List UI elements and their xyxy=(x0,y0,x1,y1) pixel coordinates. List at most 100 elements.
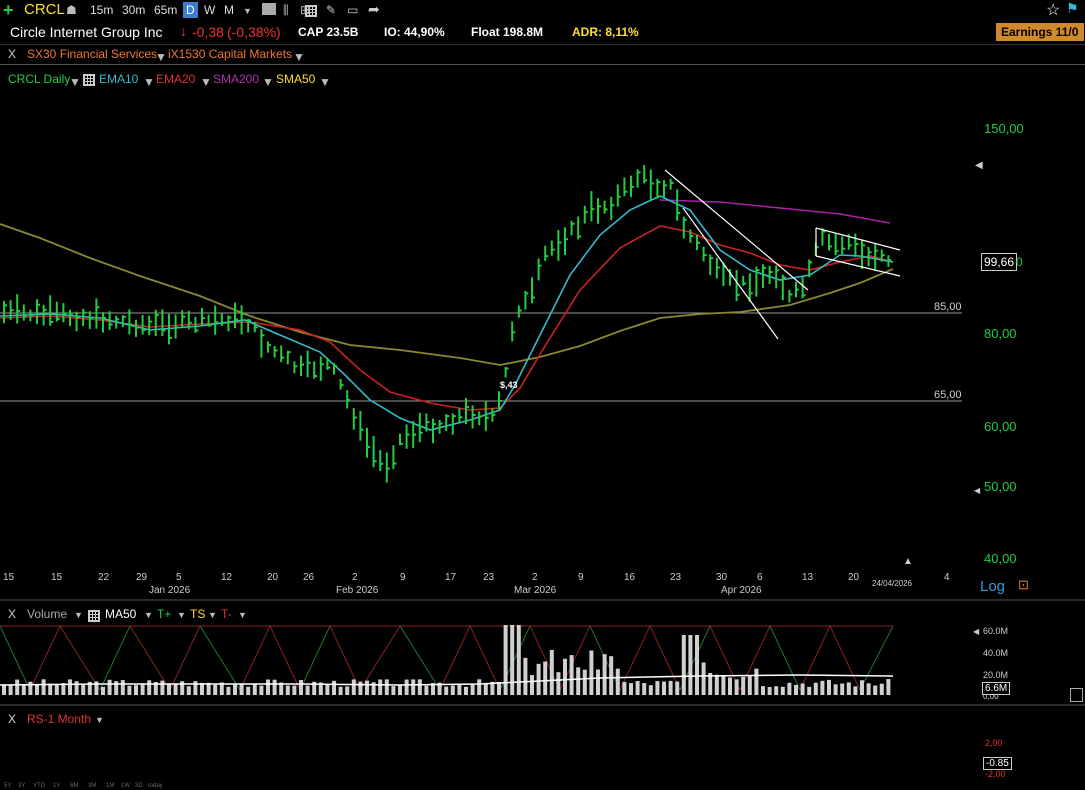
volume-bar xyxy=(292,685,297,695)
price-change-pct: (-0,38%) xyxy=(227,24,281,40)
close-groups-button[interactable]: X xyxy=(8,47,16,61)
range-1y[interactable]: 1Y xyxy=(53,783,60,789)
ts-dropdown-icon[interactable]: ▼ xyxy=(208,610,217,620)
range-ytd[interactable]: YTD xyxy=(33,783,45,789)
volume-bar xyxy=(404,679,409,695)
study-grid-icon[interactable] xyxy=(83,74,95,88)
volume-bar xyxy=(833,684,838,695)
scroll-left-icon[interactable]: ◀ xyxy=(975,160,983,171)
share-icon[interactable]: ➦ xyxy=(368,1,380,18)
volume-title[interactable]: Volume xyxy=(27,607,67,621)
range-1m[interactable]: 1M xyxy=(106,783,114,789)
volume-bar xyxy=(378,679,383,695)
scroll-up-icon[interactable]: ▲ xyxy=(903,556,913,567)
sma200-label[interactable]: SMA200 xyxy=(213,72,259,86)
close-volume-button[interactable]: X xyxy=(8,607,16,621)
pencil-icon[interactable]: ✎ xyxy=(326,3,336,17)
volume-bar xyxy=(536,663,541,695)
add-icon[interactable]: + xyxy=(3,0,14,21)
volume-ma-label[interactable]: MA50 xyxy=(105,607,136,621)
chat-icon[interactable]: ▭ xyxy=(347,3,358,17)
log-toggle[interactable]: Log xyxy=(980,578,1005,595)
ema10-dropdown-icon[interactable]: ▼ xyxy=(143,75,155,89)
volume-bar xyxy=(800,683,805,695)
range-1w[interactable]: 1W xyxy=(121,783,130,789)
trigger-line xyxy=(649,625,681,691)
volume-bar xyxy=(866,683,871,695)
volume-scroll-icon[interactable]: ◀ xyxy=(973,627,979,636)
range-3y[interactable]: 3Y xyxy=(18,783,25,789)
t-minus-label[interactable]: T- xyxy=(221,607,232,621)
ema20-label[interactable]: EMA20 xyxy=(156,72,195,86)
interval-w[interactable]: W xyxy=(204,3,215,17)
rs-title[interactable]: RS-1 Month xyxy=(27,712,91,726)
t-plus-label[interactable]: T+ xyxy=(157,607,171,621)
day-tick-16: 6 xyxy=(757,572,763,583)
volume-bar xyxy=(8,685,13,695)
date-left-stub: 15 xyxy=(3,572,15,583)
series-label[interactable]: CRCL Daily xyxy=(8,72,70,86)
t-plus-dropdown-icon[interactable]: ▼ xyxy=(177,610,186,620)
earnings-badge[interactable]: Earnings 11/0 xyxy=(996,23,1085,41)
sma200-dropdown-icon[interactable]: ▼ xyxy=(262,75,274,89)
volume-bar xyxy=(470,683,475,695)
price-chart[interactable] xyxy=(0,90,1085,720)
ema20-dropdown-icon[interactable]: ▼ xyxy=(200,75,212,89)
price-axis-label-40: 40,00 xyxy=(984,551,1017,566)
volume-bar xyxy=(754,668,759,695)
interval-30m[interactable]: 30m xyxy=(122,3,145,17)
volume-study-grid-icon[interactable] xyxy=(88,608,100,626)
interval-15m[interactable]: 15m xyxy=(90,3,113,17)
flag-icon[interactable]: ⚑ xyxy=(1066,0,1079,17)
star-icon[interactable]: ☆ xyxy=(1046,0,1060,20)
volume-bar xyxy=(200,682,204,695)
interval-d[interactable]: D xyxy=(183,2,198,18)
tools-icon[interactable] xyxy=(262,3,276,15)
industry-dropdown-icon[interactable]: ▼ xyxy=(293,50,305,64)
price-axis-label-50: 50,00 xyxy=(984,479,1017,494)
lock-icon[interactable]: ⊡ xyxy=(1018,577,1029,593)
range-today[interactable]: today xyxy=(148,783,163,789)
rs-dropdown-icon[interactable]: ▼ xyxy=(95,715,104,725)
month-tick-feb: Feb 2026 xyxy=(336,585,379,596)
close-rs-button[interactable]: X xyxy=(8,712,16,726)
rs-current: -0.85 xyxy=(986,758,1009,769)
day-tick-18: 20 xyxy=(848,572,860,583)
interval-m[interactable]: M xyxy=(224,3,234,17)
paint-icon[interactable]: ☗ xyxy=(66,3,77,17)
volume-dropdown-icon[interactable]: ▼ xyxy=(74,610,83,620)
float-stat: Float 198.8M xyxy=(471,25,544,39)
symbol-label[interactable]: CRCL xyxy=(24,1,65,18)
interval-65m[interactable]: 65m xyxy=(154,3,177,17)
industry-label[interactable]: iX1530 Capital Markets xyxy=(168,47,292,61)
volume-bar xyxy=(424,685,429,695)
bars-icon[interactable]: ⫼ xyxy=(283,3,289,18)
volume-bar xyxy=(114,681,119,695)
scroll-left-icon-2[interactable]: ◀ xyxy=(974,486,980,495)
range-3d[interactable]: 3D xyxy=(135,783,143,789)
sma50-dropdown-icon[interactable]: ▼ xyxy=(319,75,331,89)
ema10-label[interactable]: EMA10 xyxy=(99,72,138,86)
volume-bar xyxy=(252,683,257,695)
grid-icon[interactable] xyxy=(305,5,317,19)
volume-bar xyxy=(655,681,660,695)
series-dropdown-icon[interactable]: ▼ xyxy=(69,75,81,89)
volume-bar xyxy=(530,675,534,695)
volume-bar xyxy=(840,683,845,695)
volume-ma-dropdown-icon[interactable]: ▼ xyxy=(144,610,153,620)
ts-label[interactable]: TS xyxy=(190,607,205,621)
sector-dropdown-icon[interactable]: ▼ xyxy=(155,50,167,64)
volume-bar xyxy=(266,679,270,695)
volume-bar xyxy=(827,679,831,695)
volume-bar xyxy=(629,683,633,695)
volume-bar xyxy=(246,686,251,695)
range-6m[interactable]: 6M xyxy=(70,783,78,789)
t-minus-dropdown-icon[interactable]: ▼ xyxy=(238,610,247,620)
sector-label[interactable]: SX30 Financial Services xyxy=(27,47,157,61)
ema20-line xyxy=(0,225,894,411)
interval-dropdown-icon[interactable]: ▼ xyxy=(243,6,252,16)
sma50-label[interactable]: SMA50 xyxy=(276,72,315,86)
range-5y[interactable]: 5Y xyxy=(4,783,11,789)
side-panel-icon[interactable] xyxy=(1070,688,1083,702)
range-3m[interactable]: 3M xyxy=(88,783,96,789)
